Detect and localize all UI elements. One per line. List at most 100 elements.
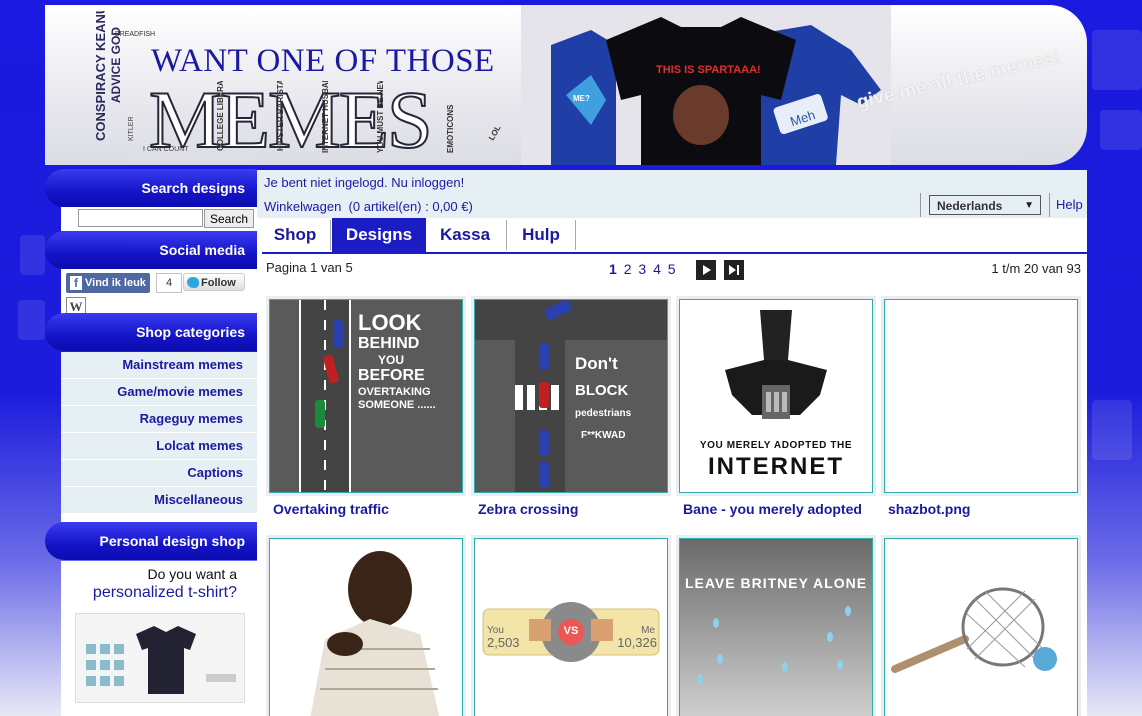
product-title[interactable]: Overtaking traffic <box>273 501 389 517</box>
thumbnail-text-line: LOOK <box>358 310 422 335</box>
product-thumbnail[interactable] <box>881 535 1081 716</box>
memes-letter-fill-words: COLLEGE LIBERAL HIPSTER BARISTA INTERNET… <box>216 81 503 153</box>
search-box: Search <box>61 207 257 231</box>
svg-text:HIPSTER BARISTA: HIPSTER BARISTA <box>276 81 285 151</box>
divider <box>506 220 507 250</box>
search-button[interactable]: Search <box>204 209 254 228</box>
svg-text:LOL: LOL <box>487 124 503 142</box>
svg-text:INTERNET HUSBAND: INTERNET HUSBAND <box>321 81 330 153</box>
thumbnail-text-line: YOU <box>378 352 405 367</box>
next-page-button[interactable] <box>696 260 716 280</box>
divider <box>1049 193 1050 217</box>
page-link[interactable]: 4 <box>653 261 661 277</box>
category-item[interactable]: Captions <box>61 460 257 487</box>
teardrops-graphic <box>697 606 851 684</box>
facebook-like-button[interactable]: f Vind ik leuk <box>66 273 150 293</box>
product-thumbnail[interactable] <box>266 535 466 716</box>
page-link-current[interactable]: 1 <box>609 261 617 277</box>
main-content: Je bent niet ingelogd. Nu inloggen! Wink… <box>257 170 1087 716</box>
background-decoration <box>1100 110 1142 150</box>
personal-question-line1: Do you want a <box>147 566 238 582</box>
product-thumbnail[interactable] <box>881 296 1081 496</box>
background-decoration <box>18 300 45 340</box>
personal-design-shop-heading: Personal design shop <box>45 522 257 560</box>
categories-box: Mainstream memes Game/movie memes Ragegu… <box>61 352 257 522</box>
vs-label: VS <box>563 625 579 637</box>
search-designs-heading: Search designs <box>45 169 257 207</box>
page-link[interactable]: 2 <box>624 261 632 277</box>
shop-categories-heading: Shop categories <box>45 313 257 351</box>
net-magnifier-graphic <box>891 587 1057 673</box>
thumbnail-text-line: BEFORE <box>358 367 425 385</box>
product-thumbnail[interactable]: LEAVE BRITNEY ALONE <box>676 535 876 716</box>
results-range: 1 t/m 20 van 93 <box>991 261 1081 276</box>
category-item[interactable]: Game/movie memes <box>61 379 257 406</box>
divider <box>330 220 331 250</box>
product-thumbnail[interactable]: LOOK BEHIND YOU BEFORE OVERTAKING SOMEON… <box>266 296 466 496</box>
product-title[interactable]: Bane - you merely adopted <box>683 501 862 517</box>
social-media-heading: Social media <box>45 231 257 269</box>
tshirt-showcase-image[interactable]: Meh THIS IS SPARTAAA! ME? <box>521 5 891 165</box>
product-thumbnail[interactable]: YOU MERELY ADOPTED THE INTERNET <box>676 296 876 496</box>
background-decoration <box>1092 30 1142 90</box>
last-page-button[interactable] <box>724 260 744 280</box>
page-link[interactable]: 3 <box>638 261 646 277</box>
page-indicator: Pagina 1 van 5 <box>266 260 353 275</box>
tab-kassa[interactable]: Kassa <box>426 218 504 252</box>
product-title[interactable]: Zebra crossing <box>478 501 578 517</box>
language-select[interactable]: Nederlands ▼ <box>929 195 1041 215</box>
search-input[interactable] <box>78 209 203 227</box>
cart-link[interactable]: Winkelwagen (0 artikel(en) : 0,00 €) <box>264 199 473 214</box>
account-bar: Je bent niet ingelogd. Nu inloggen! Wink… <box>257 170 1087 218</box>
product-title[interactable]: shazbot.png <box>888 501 970 517</box>
category-item[interactable]: Lolcat memes <box>61 433 257 460</box>
category-item[interactable]: Mainstream memes <box>61 352 257 379</box>
svg-text:ME?: ME? <box>573 94 590 103</box>
svg-text:YOU MUST BE NEW HERE: YOU MUST BE NEW HERE <box>376 81 385 153</box>
zebra-crossing-graphic <box>475 300 667 492</box>
help-link[interactable]: Help <box>1056 197 1083 212</box>
thumbnail-text: LOOK BEHIND YOU BEFORE OVERTAKING SOMEON… <box>358 310 436 411</box>
thumbnail-text-line: OVERTAKING <box>358 385 431 398</box>
svg-text:EMOTICONS: EMOTICONS <box>446 104 455 153</box>
you-value: 2,503 <box>487 635 520 650</box>
me-value: 10,326 <box>617 635 657 650</box>
category-item[interactable]: Rageguy memes <box>61 406 257 433</box>
tab-designs[interactable]: Designs <box>332 218 426 252</box>
social-media-box: f Vind ik leuk 4 Follow W <box>61 269 257 317</box>
product-thumbnail[interactable]: VS You 2,503 Me 10,326 <box>471 535 671 716</box>
svg-text:CONSPIRACY KEANU: CONSPIRACY KEANU <box>93 11 108 141</box>
background-decoration <box>20 235 45 275</box>
page-link[interactable]: 5 <box>668 261 676 277</box>
page-numbers: 1 2 3 4 5 <box>609 261 676 277</box>
category-item[interactable]: Miscellaneous <box>61 487 257 514</box>
twitter-follow-button[interactable]: Follow <box>183 273 245 291</box>
login-link[interactable]: Je bent niet ingelogd. Nu inloggen! <box>264 175 464 190</box>
site-banner[interactable]: BREADFISH CONSPIRACY KEANU ADVICE GOD KI… <box>45 5 1087 165</box>
divider <box>575 220 576 250</box>
svg-text:THIS IS SPARTAAA!: THIS IS SPARTAAA! <box>656 64 761 76</box>
tab-hulp[interactable]: Hulp <box>508 218 574 252</box>
svg-text:ADVICE GOD: ADVICE GOD <box>109 27 123 103</box>
tshirt-designer-preview[interactable] <box>75 613 245 703</box>
thumbnail-text: YOU MERELY ADOPTED THE INTERNET <box>680 440 872 481</box>
product-thumbnail[interactable]: Don't BLOCK pedestrians F**KWAD <box>471 296 671 496</box>
thumbnail-text-line: YOU MERELY ADOPTED THE <box>699 440 853 451</box>
personal-question-line2[interactable]: personalized t-shirt? <box>93 584 237 602</box>
tab-shop[interactable]: Shop <box>262 218 328 252</box>
thumbnail-text-line: BEHIND <box>358 335 420 353</box>
twitter-bird-icon <box>187 277 199 288</box>
thumbnail-text-line: pedestrians <box>575 407 632 419</box>
facebook-like-label: Vind ik leuk <box>85 277 146 289</box>
facebook-like-count: 4 <box>156 273 182 293</box>
thumbnail-text: Don't BLOCK pedestrians F**KWAD <box>575 352 631 443</box>
background-decoration <box>1092 400 1132 460</box>
thumbnail-text-line: Don't <box>575 354 618 373</box>
tshirts-graphic: Meh THIS IS SPARTAAA! ME? <box>551 17 881 165</box>
divider <box>920 193 921 217</box>
svg-text:KITLER: KITLER <box>128 116 135 141</box>
thumbnail-text-line: BLOCK <box>575 381 629 399</box>
facebook-icon: f <box>70 276 82 290</box>
twitter-follow-label: Follow <box>201 277 236 289</box>
personal-design-box[interactable]: Do you want a personalized t-shirt? <box>61 561 257 716</box>
